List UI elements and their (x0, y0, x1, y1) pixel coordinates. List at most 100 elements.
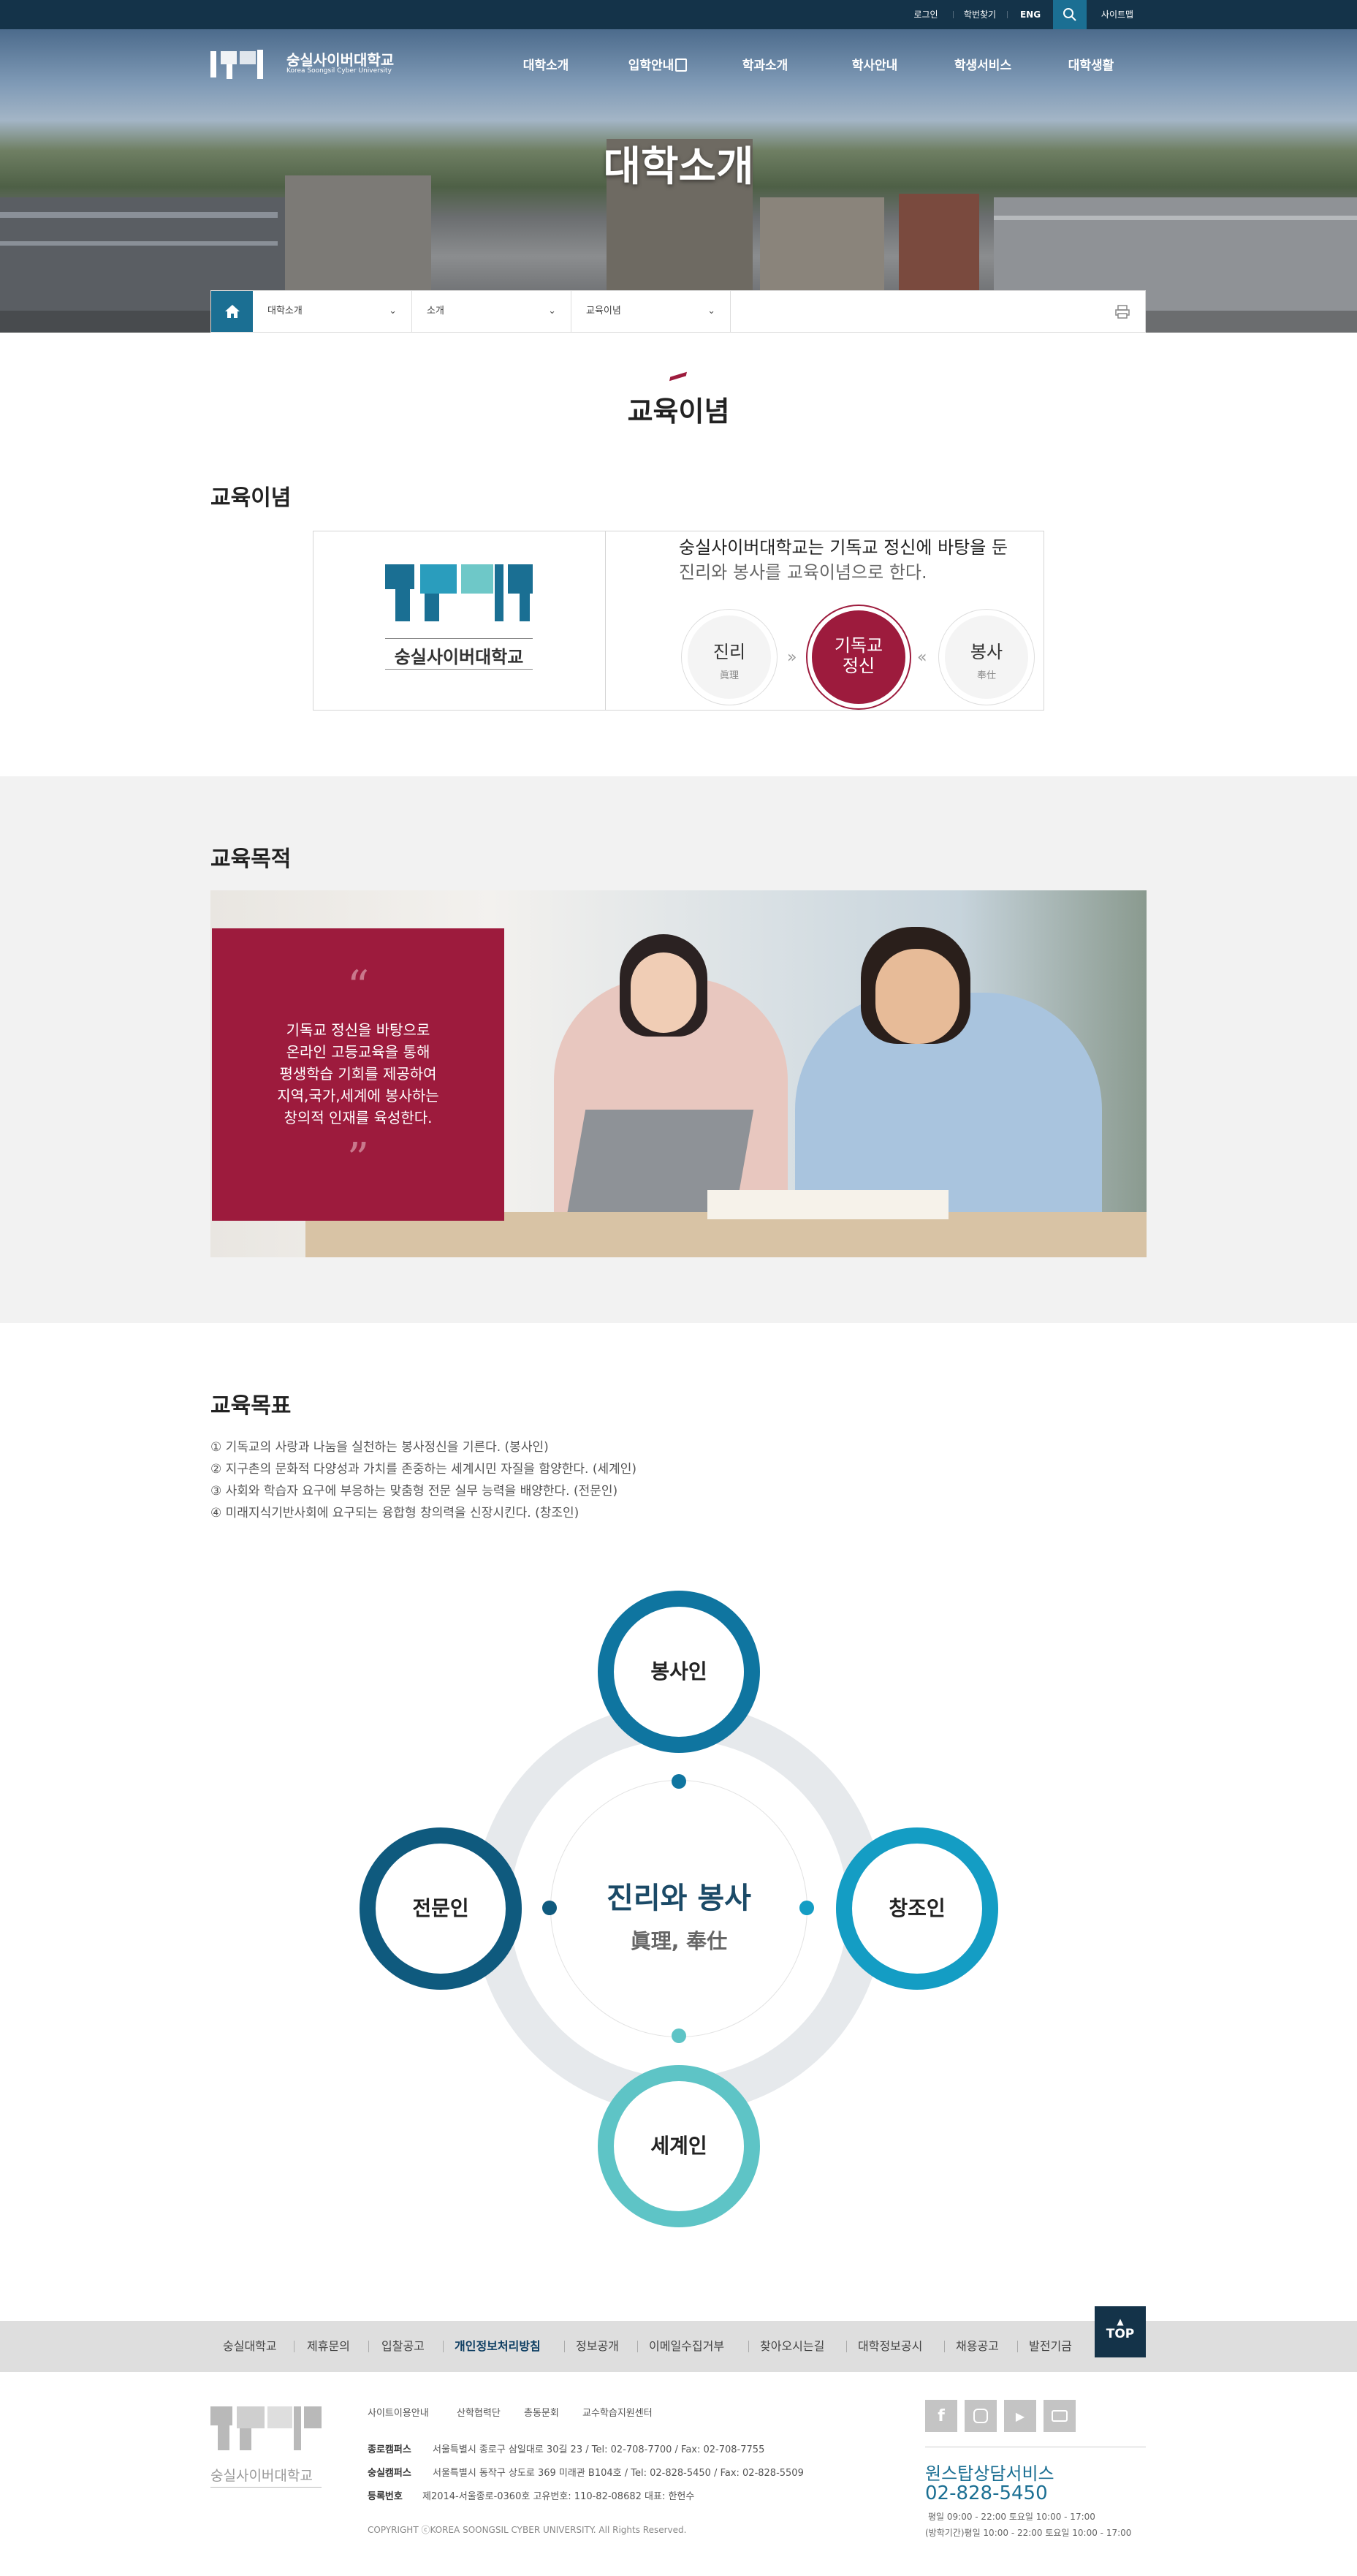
quote-open-icon: “ (346, 961, 370, 1012)
divider (385, 669, 533, 670)
philosophy-statement-2: 진리와 봉사를 교육이념으로 한다. (679, 562, 927, 583)
arrow-right-icon: » (787, 648, 797, 667)
print-button[interactable] (1114, 304, 1130, 319)
nav-item-student-services[interactable]: 학생서비스 (943, 29, 1023, 102)
footer-link[interactable]: 숭실대학교 (223, 2321, 277, 2372)
center-title: 진리와 봉사 (607, 1882, 751, 1915)
section-title-purpose: 교육목적 (210, 846, 292, 872)
goal-ring-professional: 전문인 (360, 1827, 522, 1990)
top-button-label: TOP (1106, 2327, 1135, 2341)
truth-circle: 진리 眞理 (682, 610, 777, 705)
footer-link[interactable]: 채용공고 (956, 2321, 999, 2372)
university-logo-icon (385, 564, 533, 621)
divider (210, 2487, 322, 2488)
eng-link[interactable]: ENG (1008, 0, 1052, 29)
goals-list: ① 기독교의 사랑과 나눔을 실천하는 봉사정신을 기른다. (봉사인) ② 지… (210, 1436, 636, 1524)
footer-logo-name: 숭실사이버대학교 (210, 2468, 313, 2484)
footer-link-teaching-center[interactable]: 교수학습지원센터 (582, 2405, 653, 2419)
purpose-line: 온라인 고등교육을 통해 (286, 1043, 430, 1061)
facebook-icon: f (938, 2406, 945, 2425)
breadcrumb-level2[interactable]: 소개 ⌄ (412, 291, 571, 332)
footer-link[interactable]: 제휴문의 (307, 2321, 350, 2372)
campus1-label: 종로캠퍼스 (368, 2444, 411, 2455)
dot-bottom (672, 2028, 686, 2043)
truth-hanja: 眞理 (719, 670, 739, 681)
footer-link[interactable]: 정보공개 (576, 2321, 619, 2372)
campus2-label: 숭실캠퍼스 (368, 2468, 411, 2479)
registration-info: 제2014-서울종로-0360호 고유번호: 110-82-08682 대표: … (422, 2491, 695, 2502)
youtube-button[interactable]: ▶ (1004, 2400, 1036, 2432)
purpose-line: 평생학습 기회를 제공하여 (279, 1065, 437, 1083)
breadcrumb-level3[interactable]: 교육이념 ⌄ (571, 291, 731, 332)
footer-link[interactable]: 이메일수집거부 (649, 2321, 724, 2372)
sitemap-link[interactable]: 사이트맵 (1089, 0, 1146, 29)
nav-item-academics[interactable]: 학사안내 (835, 29, 915, 102)
nav-item-departments[interactable]: 학과소개 (725, 29, 805, 102)
breadcrumb: 대학소개 ⌄ 소개 ⌄ 교육이념 ⌄ (210, 290, 1146, 333)
chevron-down-icon: ⌄ (707, 306, 715, 317)
dot-left (542, 1901, 557, 1915)
title-accent (669, 371, 687, 382)
home-icon (224, 305, 240, 318)
copyright: COPYRIGHT ⓒKOREA SOONGSIL CYBER UNIVERSI… (368, 2525, 687, 2535)
footer-link[interactable]: 발전기금 (1029, 2321, 1072, 2372)
find-id-link[interactable]: 학번찾기 (954, 0, 1006, 29)
breadcrumb-level1[interactable]: 대학소개 ⌄ (253, 291, 412, 332)
divider (944, 2341, 945, 2352)
chevron-down-icon: ⌄ (548, 306, 556, 317)
purpose-line: 기독교 정신을 바탕으로 (286, 1021, 430, 1039)
instagram-button[interactable] (965, 2400, 997, 2432)
campus1-address: 서울특별시 종로구 삼일대로 30길 23 / Tel: 02-708-7700… (433, 2444, 765, 2455)
divider (953, 11, 954, 18)
philosophy-box: 숭실사이버대학교 숭실사이버대학교는 기독교 정신에 바탕을 둔 진리와 봉사를… (313, 531, 1044, 711)
section-title-philosophy: 교육이념 (210, 485, 292, 511)
center-line1: 기독교 (834, 635, 883, 656)
breadcrumb-level2-label: 소개 (427, 306, 444, 317)
logo-title[interactable]: 숭실사이버대학교 (286, 48, 394, 69)
dot-top (672, 1774, 686, 1789)
facebook-button[interactable]: f (925, 2400, 957, 2432)
divider (846, 2341, 847, 2352)
print-icon (1115, 305, 1130, 319)
goal-item: ② 지구촌의 문화적 다양성과 가치를 존중하는 세계시민 자질을 함양한다. … (210, 1462, 637, 1477)
divider (1017, 2341, 1018, 2352)
footer-logo-icon (210, 2406, 322, 2450)
consult-title: 원스탑상담서비스 (925, 2463, 1054, 2484)
arrow-left-icon: « (917, 648, 927, 667)
chevron-down-icon: ⌄ (389, 306, 397, 317)
quote-close-icon: ” (346, 1134, 370, 1185)
search-button[interactable] (1053, 0, 1087, 29)
top-button[interactable]: ▲ TOP (1095, 2306, 1146, 2357)
logo-mark[interactable] (210, 48, 263, 80)
nav-item-about[interactable]: 대학소개 (506, 29, 586, 102)
service-title: 봉사 (970, 642, 1003, 662)
divider (368, 2341, 369, 2352)
consult-phone[interactable]: 02-828-5450 (925, 2482, 1048, 2504)
dot-right (799, 1901, 814, 1915)
hero-title: 대학소개 (603, 143, 754, 191)
login-link[interactable]: 로그인 (900, 0, 951, 29)
chat-button[interactable] (1044, 2400, 1076, 2432)
center-subtitle: 眞理, 奉仕 (630, 1929, 728, 1953)
purpose-line: 지역,국가,세계에 봉사하는 (277, 1087, 439, 1105)
footer-link[interactable]: 찾아오시는길 (760, 2321, 824, 2372)
divider (385, 638, 533, 639)
divider (748, 2341, 749, 2352)
footer-link-privacy[interactable]: 개인정보처리방침 (455, 2321, 541, 2372)
logo-subtitle: Korea Soongsil Cyber University (286, 67, 392, 75)
nav-item-campus-life[interactable]: 대학생활 (1051, 29, 1131, 102)
footer-link-industry[interactable]: 산학협력단 (457, 2405, 501, 2419)
purpose-text: 기독교 정신을 바탕으로 온라인 고등교육을 통해 평생학습 기회를 제공하여 … (212, 1019, 504, 1129)
footer-link[interactable]: 입찰공고 (381, 2321, 425, 2372)
instagram-icon (973, 2409, 988, 2423)
home-button[interactable] (211, 291, 253, 332)
page-title: 교육이념 (627, 395, 730, 428)
footer-link-alumni[interactable]: 총동문회 (524, 2405, 559, 2419)
truth-title: 진리 (712, 642, 746, 662)
footer-link-site-guide[interactable]: 사이트이용안내 (368, 2405, 429, 2419)
footer-link[interactable]: 대학정보공시 (858, 2321, 922, 2372)
goal-ring-creative: 창조인 (836, 1827, 998, 1990)
chat-icon (1052, 2410, 1068, 2422)
center-circle: 진리와 봉사 眞理, 奉仕 (550, 1780, 807, 2037)
philosophy-statement-1: 숭실사이버대학교는 기독교 정신에 바탕을 둔 (679, 537, 1008, 558)
